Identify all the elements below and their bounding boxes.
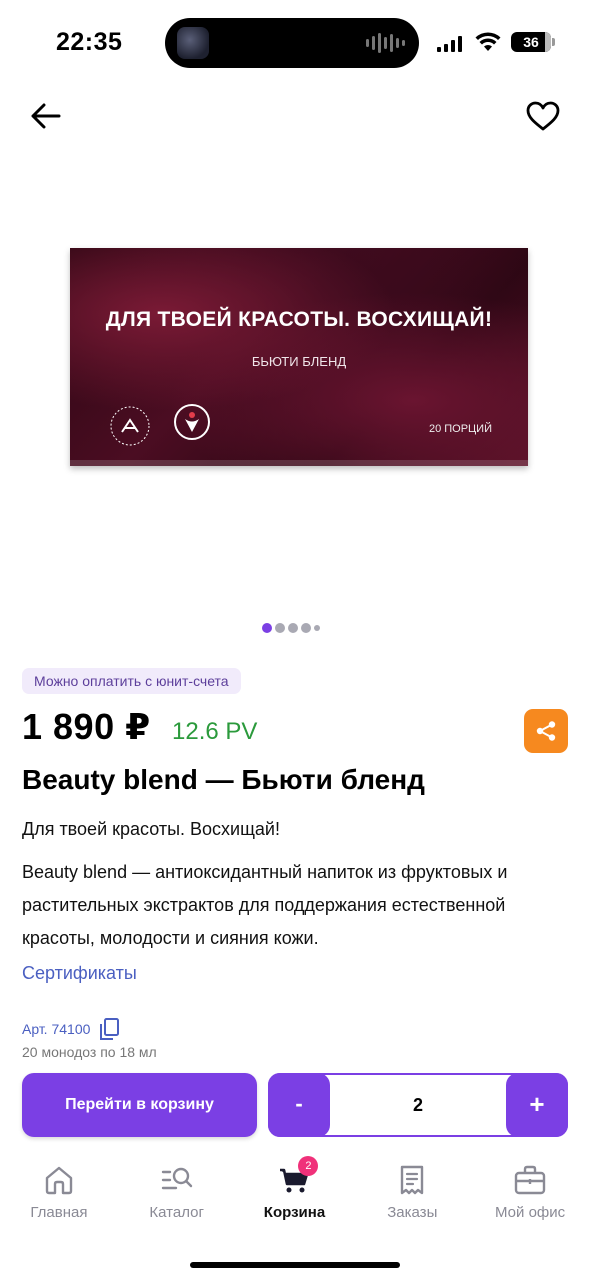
unit-account-badge: Можно оплатить с юнит-счета	[22, 668, 241, 694]
nav-item-catalog[interactable]: Каталог	[118, 1150, 236, 1240]
article-row: Арт. 74100	[22, 1017, 120, 1041]
favorite-button[interactable]	[521, 96, 565, 136]
quantity-stepper: - 2 +	[268, 1073, 568, 1137]
product-title: Beauty blend — Бьюти бленд	[22, 764, 425, 795]
briefcase-icon	[514, 1165, 546, 1195]
heart-icon	[526, 101, 560, 131]
certificates-link[interactable]: Сертификаты	[22, 963, 137, 984]
status-bar: 22:35 36	[0, 0, 589, 90]
copy-icon[interactable]	[98, 1017, 120, 1041]
audio-wave-icon	[366, 32, 405, 54]
carousel-dot[interactable]	[275, 623, 285, 633]
decrease-quantity-button[interactable]: -	[268, 1073, 330, 1137]
price: 1 890 ₽	[22, 706, 151, 747]
nav-label-orders: Заказы	[387, 1204, 438, 1221]
nav-item-office[interactable]: Мой офис	[471, 1150, 589, 1240]
nav-label-catalog: Каталог	[149, 1204, 204, 1221]
pack-headline: ДЛЯ ТВОЕЙ КРАСОТЫ. ВОСХИЩАЙ!	[105, 308, 493, 331]
no-sugar-seal-icon	[110, 406, 150, 446]
carousel-dot[interactable]	[262, 623, 272, 633]
pv-value: 12.6 PV	[172, 718, 258, 745]
back-button[interactable]	[26, 96, 66, 136]
orders-icon	[401, 1165, 424, 1195]
product-description: Beauty blend — антиоксидантный напиток и…	[22, 862, 508, 948]
home-indicator[interactable]	[190, 1262, 400, 1268]
quantity-value[interactable]: 2	[330, 1075, 506, 1135]
nav-item-cart[interactable]: 2 Корзина	[236, 1150, 354, 1240]
carousel-dot[interactable]	[314, 625, 320, 631]
bottom-navigation: Главная Каталог 2 Корзина Заказы Мой офи…	[0, 1150, 589, 1240]
nav-label-home: Главная	[30, 1204, 88, 1221]
nav-item-orders[interactable]: Заказы	[353, 1150, 471, 1240]
product-tagline: Для твоей красоты. Восхищай!	[22, 819, 280, 839]
battery-level: 36	[523, 34, 539, 50]
go-to-cart-button[interactable]: Перейти в корзину	[22, 1073, 257, 1137]
battery-icon: 36	[511, 32, 551, 52]
increase-quantity-button[interactable]: +	[506, 1073, 568, 1137]
nav-label-cart: Корзина	[263, 1204, 326, 1221]
cellular-signal-icon	[437, 36, 462, 52]
dynamic-island	[165, 18, 419, 68]
cart-count-badge: 2	[298, 1156, 319, 1176]
article-number: Арт. 74100	[22, 1021, 91, 1037]
share-button[interactable]	[524, 709, 568, 753]
nav-item-home[interactable]: Главная	[0, 1150, 118, 1240]
catalog-search-icon	[161, 1167, 192, 1190]
share-icon	[536, 721, 556, 741]
portions-info: 20 монодоз по 18 мл	[22, 1044, 157, 1060]
home-icon	[45, 1166, 73, 1195]
pack-portions: 20 ПОРЦИЙ	[428, 423, 492, 435]
carousel-indicator	[262, 623, 320, 633]
nav-label-office: Мой офис	[495, 1204, 566, 1221]
product-image[interactable]: ДЛЯ ТВОЕЙ КРАСОТЫ. ВОСХИЩАЙ! БЬЮТИ БЛЕНД…	[70, 248, 528, 466]
wifi-icon	[475, 32, 501, 51]
arrow-left-icon	[31, 103, 61, 129]
carousel-dot[interactable]	[288, 623, 298, 633]
carousel-dot[interactable]	[301, 623, 311, 633]
brand-logo	[174, 404, 210, 440]
status-time: 22:35	[56, 28, 123, 56]
now-playing-artwork	[177, 27, 209, 59]
pack-subtitle: БЬЮТИ БЛЕНД	[251, 354, 347, 369]
